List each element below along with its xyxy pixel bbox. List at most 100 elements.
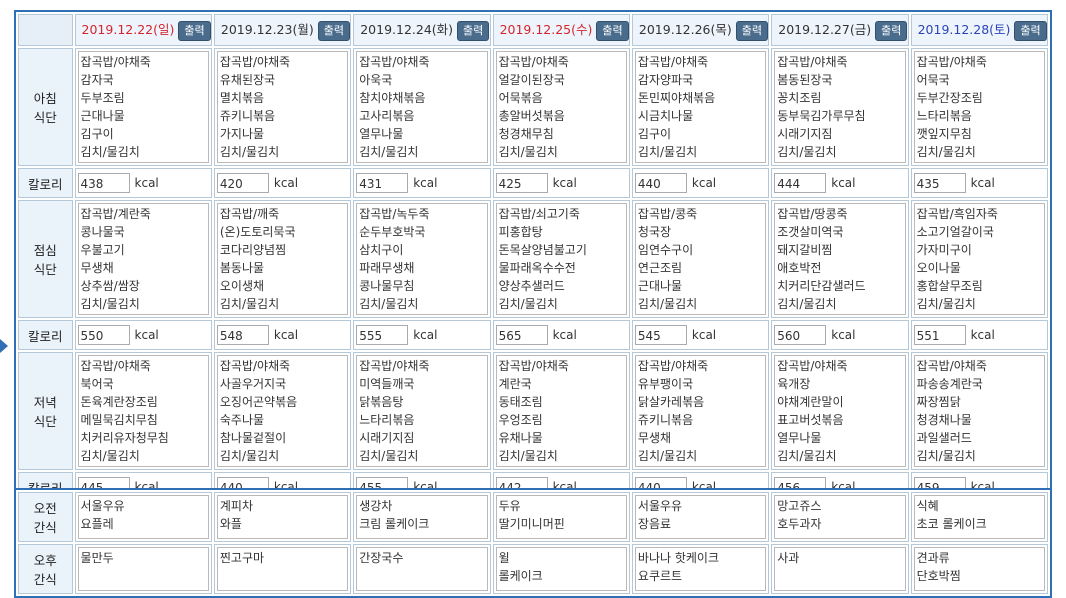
snack-item: 망고쥬스 xyxy=(777,499,822,513)
menu-item: 얼갈이된장국 xyxy=(498,73,565,87)
kcal-unit: kcal xyxy=(552,176,577,190)
print-button[interactable]: 출력 xyxy=(178,20,211,41)
menu-item: 고사리볶음 xyxy=(359,109,415,123)
menu-textarea[interactable]: 잡곡밥/야채죽 감자양파국 돈민찌야채볶음 시금치나물 김구이 김치/물김치 xyxy=(634,51,767,163)
menu-item: 계란국 xyxy=(498,377,532,391)
calorie-cell: 435 kcal xyxy=(910,168,1048,198)
calorie-input[interactable]: 438 xyxy=(77,173,130,193)
menu-item: 김치/물김치 xyxy=(777,449,837,463)
calorie-input[interactable]: 444 xyxy=(774,173,827,193)
menu-item: 어묵국 xyxy=(916,73,950,87)
menu-textarea[interactable]: 잡곡밥/야채죽 유채된장국 멸치볶음 쥬키니볶음 가지나물 김치/물김치 xyxy=(216,51,349,163)
calorie-input[interactable]: 565 xyxy=(495,325,548,345)
print-button[interactable]: 출력 xyxy=(317,20,350,41)
snack-item: 물만두 xyxy=(80,551,114,565)
menu-item: 잡곡밥/녹두죽 xyxy=(359,207,430,221)
menu-textarea[interactable]: 잡곡밥/깨죽 (온)도토리묵국 코다리양념찜 봄동나물 오이생채 김치/물김치 xyxy=(216,203,349,315)
snack-textarea[interactable]: 윌 롤케이크 xyxy=(495,547,627,591)
menu-textarea[interactable]: 잡곡밥/콩죽 청국장 임연수구이 연근조림 근대나물 김치/물김치 xyxy=(634,203,767,315)
snack-textarea[interactable]: 물만두 xyxy=(77,547,209,591)
menu-cell: 잡곡밥/야채죽 얼갈이된장국 어묵볶음 총알버섯볶음 청경채무침 김치/물김치 xyxy=(492,48,630,166)
menu-textarea[interactable]: 잡곡밥/녹두죽 순두부호박국 삼치구이 파래무생채 콩나물무침 김치/물김치 xyxy=(356,203,488,315)
day-header: 2019.12.28(토) 출력 xyxy=(910,14,1048,46)
snack-item: 단호박찜 xyxy=(916,569,961,583)
menu-cell: 잡곡밥/야채죽 아욱국 참치야채볶음 고사리볶음 열무나물 김치/물김치 xyxy=(353,48,491,166)
calorie-input[interactable]: 555 xyxy=(356,325,409,345)
calorie-input[interactable]: 440 xyxy=(634,173,687,193)
menu-item: 유부팽이국 xyxy=(637,377,694,391)
snack-textarea[interactable]: 간장국수 xyxy=(356,547,488,591)
menu-item: 메밀묵김치무침 xyxy=(80,413,158,427)
menu-textarea[interactable]: 잡곡밥/야채죽 어묵국 두부간장조림 느타리볶음 깻잎지무침 김치/물김치 xyxy=(913,51,1045,163)
menu-cell: 잡곡밥/야채죽 미역들깨국 닭볶음탕 느타리볶음 시래기지짐 김치/물김치 xyxy=(353,352,491,470)
menu-item: 깻잎지무침 xyxy=(916,127,972,141)
snack-textarea[interactable]: 바나나 핫케이크 요쿠르트 xyxy=(634,547,767,591)
snack-textarea[interactable]: 식혜 초코 롤케이크 xyxy=(913,495,1045,539)
snack-textarea[interactable]: 서울우유 장음료 xyxy=(634,495,767,539)
print-button[interactable]: 출력 xyxy=(875,20,908,41)
calorie-input[interactable]: 420 xyxy=(216,173,269,193)
menu-item: 물파래옥수수전 xyxy=(498,261,576,275)
menu-item: 표고버섯볶음 xyxy=(777,413,844,427)
menu-textarea[interactable]: 잡곡밥/야채죽 파송송계란국 짜장찜닭 청경채나물 과일샐러드 김치/물김치 xyxy=(913,355,1045,467)
menu-item: 김치/물김치 xyxy=(916,449,976,463)
snack-textarea[interactable]: 견과류단호박찜 xyxy=(913,547,1045,591)
menu-item: 잡곡밥/야채죽 xyxy=(637,359,709,373)
menu-item: 양상추샐러드 xyxy=(498,279,565,293)
menu-textarea[interactable]: 잡곡밥/야채죽 미역들깨국 닭볶음탕 느타리볶음 시래기지짐 김치/물김치 xyxy=(356,355,488,467)
menu-item: 홍합살무조림 xyxy=(916,279,983,293)
menu-item: 김치/물김치 xyxy=(80,449,140,463)
menu-textarea[interactable]: 잡곡밥/야채죽 얼갈이된장국 어묵볶음 총알버섯볶음 청경채무침 김치/물김치 xyxy=(495,51,627,163)
snack-textarea[interactable]: 서울우유 요플레 xyxy=(77,495,209,539)
menu-textarea[interactable]: 잡곡밥/야채죽 봄동된장국 꽁치조림 동부묵김가루무침 시래기지짐 김치/물김치 xyxy=(774,51,906,163)
snack-textarea[interactable]: 찐고구마 xyxy=(216,547,349,591)
snack-textarea[interactable]: 계피차 와플 xyxy=(216,495,349,539)
calorie-input[interactable]: 550 xyxy=(77,325,130,345)
menu-cell: 잡곡밥/야채죽 유채된장국 멸치볶음 쥬키니볶음 가지나물 김치/물김치 xyxy=(213,48,352,166)
snack-item: 롤케이크 xyxy=(498,569,543,583)
print-button[interactable]: 출력 xyxy=(735,20,768,41)
menu-item: 우불고기 xyxy=(80,243,125,257)
calorie-input[interactable]: 545 xyxy=(634,325,687,345)
date-header-row: 2019.12.22(일) 출력 2019.12.23(월) 출력 2019.12.24… xyxy=(18,14,1048,46)
menu-textarea[interactable]: 잡곡밥/야채죽 감자국 두부조림 근대나물 김구이 김치/물김치 xyxy=(77,51,209,163)
menu-item: 청국장 xyxy=(637,225,672,239)
menu-cell: 잡곡밥/야채죽 육개장 야채계란말이 표고버섯볶음 열무나물 김치/물김치 xyxy=(771,352,909,470)
menu-textarea[interactable]: 잡곡밥/쇠고기죽 피홍합탕 돈목살양념불고기 물파래옥수수전 양상추샐러드 김치/물김치 xyxy=(495,203,627,315)
menu-textarea[interactable]: 잡곡밥/야채죽 육개장 야채계란말이 표고버섯볶음 열무나물 김치/물김치 xyxy=(774,355,906,467)
print-button[interactable]: 출력 xyxy=(596,20,629,41)
menu-item: 콩나물무침 xyxy=(359,279,415,293)
snack-textarea[interactable]: 망고쥬스호두과자 xyxy=(774,495,906,539)
menu-cell: 잡곡밥/야채죽 감자양파국 돈민찌야채볶음 시금치나물 김구이 김치/물김치 xyxy=(631,48,770,166)
snack-item: 찐고구마 xyxy=(219,551,265,565)
calorie-label: 칼로리 xyxy=(18,168,73,198)
menu-textarea[interactable]: 잡곡밥/야채죽 아욱국 참치야채볶음 고사리볶음 열무나물 김치/물김치 xyxy=(356,51,488,163)
snack-textarea[interactable]: 사과 xyxy=(774,547,906,591)
snack-item: 식혜 xyxy=(916,499,939,513)
menu-textarea[interactable]: 잡곡밥/야채죽 사골우거지국 오징어곤약볶음 숙주나물 참나물겉절이 김치/물김치 xyxy=(216,355,349,467)
print-button[interactable]: 출력 xyxy=(1014,20,1047,41)
snack-row: 오후 간식 물만두 찐고구마 간장국수 윌 롤케이크 바나나 핫케이크 요쿠르트 사과 견과류 단호박… xyxy=(18,544,1048,594)
calorie-input[interactable]: 560 xyxy=(774,325,827,345)
menu-cell: 잡곡밥/야채죽 어묵국 두부간장조림 느타리볶음 깻잎지무침 김치/물김치 xyxy=(910,48,1048,166)
menu-textarea[interactable]: 잡곡밥/땅콩죽 조갯살미역국 돼지갈비찜 애호박전 치커리단감샐러드 김치/물김치 xyxy=(774,203,906,315)
menu-textarea[interactable]: 잡곡밥/야채죽 북어국 돈육계란장조림 메밀묵김치무침 치커리유자청무침 김치/물김치 xyxy=(77,355,209,467)
meal-label-line: 저녁 xyxy=(33,395,57,410)
calorie-input[interactable]: 435 xyxy=(913,173,966,193)
snack-textarea[interactable]: 생강차 크림 롤케이크 xyxy=(356,495,488,539)
snack-item: 호두과자 xyxy=(777,517,822,531)
menu-item: 열무나물 xyxy=(777,431,822,445)
calorie-input[interactable]: 431 xyxy=(356,173,409,193)
menu-textarea[interactable]: 잡곡밥/야채죽 유부팽이국 닭살카레볶음 쥬키니볶음 무생채 김치/물김치 xyxy=(634,355,767,467)
menu-textarea[interactable]: 잡곡밥/계란죽 콩나물국 우불고기 무생채 상추쌈/쌈장 김치/물김치 xyxy=(77,203,209,315)
calorie-input[interactable]: 425 xyxy=(495,173,548,193)
menu-textarea[interactable]: 잡곡밥/흑임자죽 소고기얼갈이국 가자미구이 오이나물 홍합살무조림 김치/물김치 xyxy=(913,203,1045,315)
menu-textarea[interactable]: 잡곡밥/야채죽 계란국 동태조림 우엉조림 유채나물 김치/물김치 xyxy=(495,355,627,467)
print-button[interactable]: 출력 xyxy=(457,20,490,41)
snack-item: 견과류 xyxy=(916,551,950,565)
kcal-unit: kcal xyxy=(273,176,299,190)
snack-textarea[interactable]: 두유 딸기미니머핀 xyxy=(495,495,627,539)
calorie-input[interactable]: 551 xyxy=(913,325,966,345)
calorie-input[interactable]: 548 xyxy=(216,325,269,345)
kcal-unit: kcal xyxy=(134,328,159,342)
